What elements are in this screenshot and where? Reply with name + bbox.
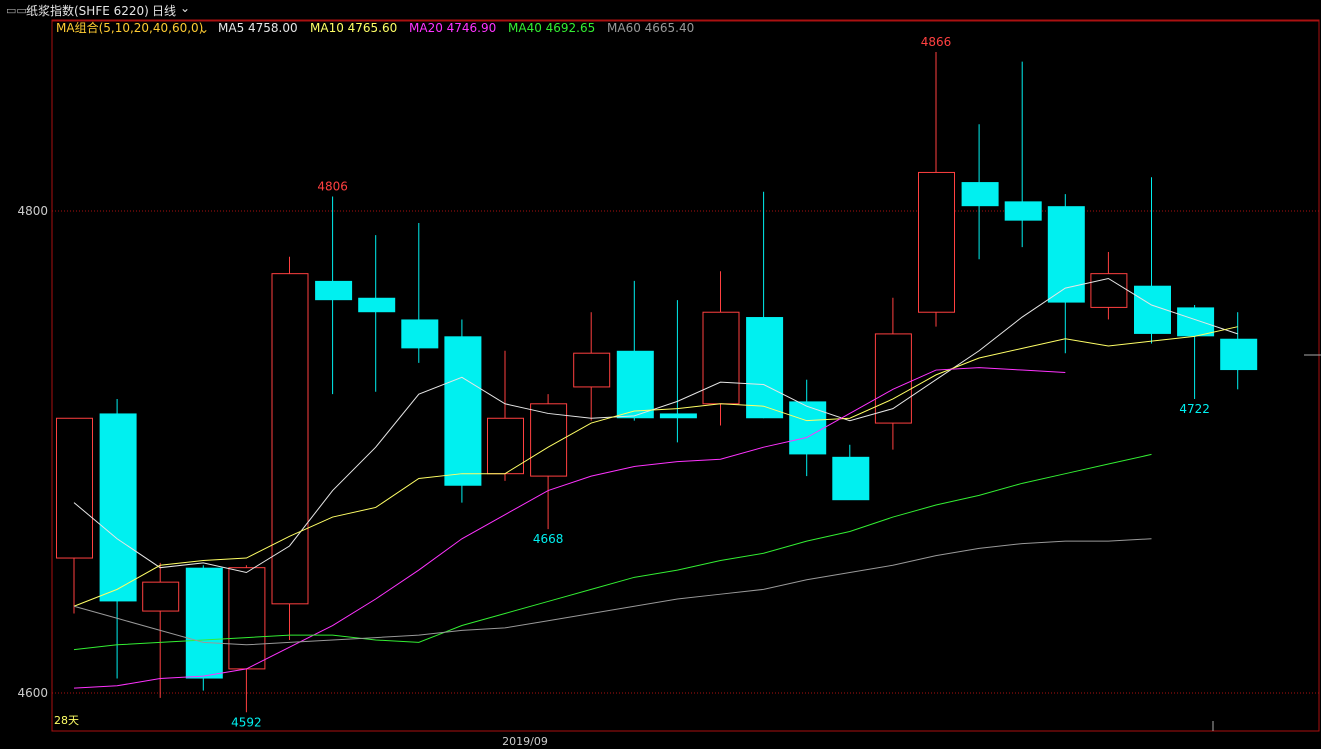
candle-body[interactable] [573,352,611,388]
ma-group-label[interactable]: MA组合(5,10,20,40,60,0) [56,20,203,35]
candle-body[interactable] [746,317,784,419]
candle-body[interactable] [358,297,396,313]
period-count-label: 28天 [54,714,79,727]
y-tick-label: 4600 [17,686,48,700]
ma-legend-item: MA40 4692.65 [508,21,595,35]
ma-legend-item: MA10 4765.60 [310,21,397,35]
candle-body[interactable] [1177,307,1215,337]
ma-legend-item: MA20 4746.90 [409,21,496,35]
candle-body[interactable] [874,333,912,424]
price-extreme-label: 4806 [317,180,348,194]
chevron-down-icon[interactable]: ⌄ [199,22,209,36]
x-tick-label: 2019/09 [502,735,548,748]
candle-body[interactable] [401,319,439,349]
candle-body[interactable] [142,581,180,612]
candle-body[interactable] [918,171,955,313]
candle-body[interactable] [616,350,654,419]
ma-line-ma10 [73,326,1238,607]
price-extreme-label: 4866 [921,35,952,49]
candle-body[interactable] [56,417,93,559]
ma-legend-item: MA5 4758.00 [218,21,298,35]
ma-line-ma5 [73,277,1238,574]
kline-chart[interactable]: 4800 4600 2019/09 28天 4592 4806 4668 4686 4866 47… [0,0,1321,749]
candle-body[interactable] [789,401,827,455]
price-extreme-label: 4686 [835,489,866,503]
candle-body[interactable] [99,413,137,602]
candle-body[interactable] [444,336,482,486]
candle-body[interactable] [271,273,309,605]
price-extreme-label: 4668 [533,532,564,546]
ma-legend-item: MA60 4665.40 [607,21,694,35]
y-tick-label: 4800 [17,204,48,218]
candle-body[interactable] [659,413,697,419]
candle-body[interactable] [228,567,266,670]
candle-body[interactable] [315,280,353,301]
candle-body[interactable] [1220,338,1258,371]
candle-body[interactable] [961,182,999,207]
price-extreme-label: 4592 [231,715,262,729]
candle-body[interactable] [702,311,740,405]
candle-body[interactable] [185,567,223,679]
candle-body[interactable] [1004,201,1042,221]
price-extreme-label: 4722 [1179,402,1210,416]
